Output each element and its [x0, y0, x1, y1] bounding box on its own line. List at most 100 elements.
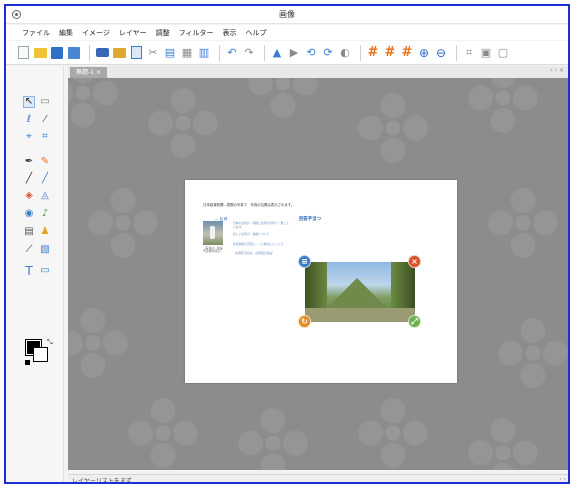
background-flower-pattern	[148, 88, 218, 158]
pointer-icon[interactable]: ↖	[23, 96, 35, 108]
shape-icon[interactable]: ▭	[39, 265, 51, 277]
article-body: 新しい住宅の…価格について	[233, 232, 270, 236]
toolbar-divider	[456, 44, 457, 61]
fit-icon[interactable]: ▣	[479, 46, 493, 60]
photo-close-handle-icon[interactable]: ×	[408, 255, 421, 268]
tool-panel: ↖ ▭ ℓ ⁄ ⌖ ⌗ ✒ ✎ ╱ ╱ ◈ ◬ ◉ ♪ ▤ ♟ ⟋ ▧ T ▭ …	[6, 66, 64, 482]
article-headline: 日本経済新聞…表題の写真で 写真の位置は表示されます。	[203, 203, 295, 207]
tab-untitled[interactable]: 無題-1 ×	[70, 67, 107, 78]
background-flower-pattern	[488, 188, 558, 258]
stamp-icon[interactable]: ◉	[23, 208, 35, 220]
article-body: 住宅供給の見通し……に参加したことで	[233, 242, 284, 246]
tab-label: 無題-1	[76, 69, 94, 76]
rotate-left-icon[interactable]: ⟲	[304, 46, 318, 60]
background-color-swatch[interactable]	[33, 347, 48, 362]
photo-menu-handle-icon[interactable]: ≡	[298, 255, 311, 268]
article-photo	[203, 221, 223, 245]
fullscreen-icon[interactable]: ▢	[496, 46, 510, 60]
background-flower-pattern	[358, 398, 428, 468]
reset-colors-icon[interactable]	[25, 360, 30, 365]
background-flower-pattern	[68, 308, 128, 378]
photo-resize-handle-icon[interactable]: ⤢	[408, 315, 421, 328]
paste-icon[interactable]: ▤	[163, 46, 177, 60]
document-page[interactable]: 日本経済新聞…表題の写真で 写真の位置は表示されます。 — 目 録 回答手当つ …	[185, 180, 457, 383]
layer-list-label: レイヤーリストをまず	[72, 478, 132, 484]
photo-rotate-handle-icon[interactable]: ↻	[298, 315, 311, 328]
menu-help[interactable]: ヘルプ	[246, 28, 267, 38]
clone-icon[interactable]: ♟	[39, 226, 51, 238]
grid3-icon[interactable]: #	[400, 46, 414, 60]
menu-layer[interactable]: レイヤー	[119, 28, 147, 38]
line-icon[interactable]: ╱	[23, 173, 35, 185]
background-flower-pattern	[468, 418, 538, 470]
save-all-icon[interactable]	[67, 46, 81, 60]
text-up-icon[interactable]: ▲	[270, 46, 284, 60]
menu-edit[interactable]: 編集	[59, 28, 73, 38]
fill-icon[interactable]: ◬	[39, 190, 51, 202]
article-body: （右側の写真は…住宅販売施設）	[233, 251, 275, 255]
image-icon[interactable]: ▦	[180, 46, 194, 60]
mountain-shape	[327, 278, 387, 308]
wand-icon[interactable]: ⁄	[39, 114, 51, 126]
text-icon[interactable]: T	[23, 265, 35, 277]
open-icon[interactable]	[33, 46, 47, 60]
dropper-icon[interactable]: ⟋	[23, 244, 35, 256]
smudge-icon[interactable]: ♪	[39, 208, 51, 220]
rect-select-icon[interactable]: ▭	[39, 96, 51, 108]
menu-adjust[interactable]: 調整	[156, 28, 170, 38]
brush-icon[interactable]: ╱	[39, 173, 51, 185]
background-flower-pattern	[88, 188, 158, 258]
redo-icon[interactable]: ↷	[242, 46, 256, 60]
save-icon[interactable]	[50, 46, 64, 60]
background-flower-pattern	[468, 78, 538, 133]
toolbar-divider	[219, 44, 220, 61]
gradient-icon[interactable]: ▤	[23, 226, 35, 238]
crop-icon[interactable]: ⌗	[462, 46, 476, 60]
canvas-area[interactable]: 日本経済新聞…表題の写真で 写真の位置は表示されます。 — 目 録 回答手当つ …	[68, 78, 568, 470]
article-right-heading: 回答手当つ	[299, 217, 321, 222]
lasso-icon[interactable]: ℓ	[23, 114, 35, 126]
rotate-right-icon[interactable]: ⟳	[321, 46, 335, 60]
new-icon[interactable]	[16, 46, 30, 60]
title-bar: 画像	[6, 6, 568, 24]
zoom-in-icon[interactable]: ⊕	[417, 46, 431, 60]
article-body: 日本の住宅の…規模と住宅の条件に一致しています。	[233, 221, 289, 229]
eraser-icon[interactable]: ◈	[23, 190, 35, 202]
mail-icon[interactable]	[112, 46, 126, 60]
undo-icon[interactable]: ↶	[225, 46, 239, 60]
copy-icon[interactable]	[129, 46, 143, 60]
tab-close-icon[interactable]: ×	[96, 69, 101, 76]
placed-mountain-photo[interactable]	[305, 262, 415, 322]
cut-icon[interactable]: ✂	[146, 46, 160, 60]
pen-icon[interactable]: ✒	[23, 156, 35, 168]
pencil-icon[interactable]: ✎	[39, 156, 51, 168]
swap-colors-icon[interactable]: ⤡	[47, 338, 53, 347]
ground	[305, 308, 415, 322]
transform-icon[interactable]: ⌖	[23, 131, 35, 143]
background-flower-pattern	[498, 318, 568, 388]
grid2-icon[interactable]: #	[383, 46, 397, 60]
flip-icon[interactable]: ◐	[338, 46, 352, 60]
menu-bar: ファイル 編集 イメージ レイヤー 調整 フィルター 表示 ヘルプ	[6, 25, 568, 40]
crop-tool-icon[interactable]: ⌗	[39, 131, 51, 143]
menu-image[interactable]: イメージ	[82, 28, 110, 38]
toolbar-divider	[89, 44, 90, 61]
app-window: 画像 ファイル 編集 イメージ レイヤー 調整 フィルター 表示 ヘルプ ✂ ▤…	[4, 4, 570, 484]
print-icon[interactable]	[95, 46, 109, 60]
zoom-out-icon[interactable]: ⊖	[434, 46, 448, 60]
toolbar-divider	[360, 44, 361, 61]
window-title: 画像	[279, 10, 295, 19]
layer-list-bar: レイヤーリストをまず ‹ ›	[68, 474, 568, 484]
menu-view[interactable]: 表示	[223, 28, 237, 38]
background-flower-pattern	[238, 408, 308, 470]
clear-icon[interactable]: ▥	[197, 46, 211, 60]
menu-file[interactable]: ファイル	[22, 28, 50, 38]
background-flower-pattern	[248, 78, 318, 118]
grid-icon[interactable]: #	[366, 46, 380, 60]
text-down-icon[interactable]: ▶	[287, 46, 301, 60]
layer-nav-controls[interactable]: ‹ ›	[559, 476, 566, 482]
menu-filter[interactable]: フィルター	[179, 28, 214, 38]
tab-nav-controls[interactable]: ‹ › ×	[550, 67, 564, 74]
blur-icon[interactable]: ▧	[39, 244, 51, 256]
background-flower-pattern	[68, 78, 118, 128]
